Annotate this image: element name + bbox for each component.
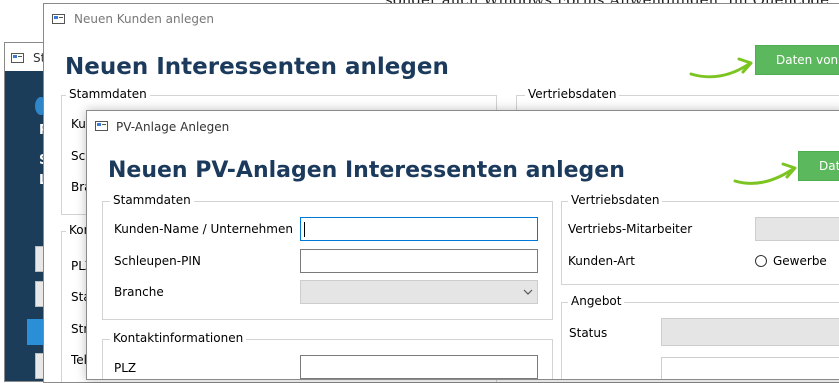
window-title: Neuen Kunden anlegen — [74, 12, 214, 26]
page-title: Neuen Interessenten anlegen — [65, 54, 449, 80]
gewerbe-label: Gewerbe — [773, 254, 827, 268]
kunden-art-label: Kunden-Art — [568, 254, 636, 268]
window-pv-anlage: PV-Anlage Anlegen Neuen PV-Anlagen Inter… — [86, 110, 839, 380]
kunden-name-input[interactable] — [300, 217, 538, 241]
vertriebs-mitarbeiter-select[interactable] — [755, 217, 839, 241]
group-label: Angebot — [568, 294, 625, 308]
group-label: Vertriebsdaten — [525, 87, 620, 101]
group-label: Stammdaten — [110, 193, 194, 207]
status-label: Status — [569, 326, 608, 340]
kunden-name-label: Kunden-Name / Unternehmen — [114, 222, 293, 236]
arrow-icon — [689, 50, 755, 80]
app-icon — [52, 14, 65, 24]
group-label: Stammdaten — [66, 87, 150, 101]
branche-label: Branche — [114, 285, 164, 299]
chevron-down-icon — [523, 289, 533, 295]
group-vertriebsdaten: Vertriebsdaten — [561, 193, 839, 285]
status-select[interactable] — [661, 318, 839, 346]
branche-select[interactable] — [300, 280, 538, 304]
arrow-icon — [733, 155, 799, 187]
daten-button[interactable]: Dat — [798, 151, 839, 181]
app-icon — [95, 121, 108, 131]
plz-input[interactable] — [300, 355, 538, 379]
plz-label: PLZ — [114, 361, 137, 375]
group-label: Vertriebsdaten — [568, 193, 663, 207]
daten-von-button[interactable]: Daten von — [755, 45, 839, 75]
text-caret — [304, 222, 305, 237]
app-icon — [11, 53, 24, 63]
angebot-input[interactable] — [661, 357, 839, 379]
schleupen-pin-input[interactable] — [300, 249, 538, 273]
page-title: Neuen PV-Anlagen Interessenten anlegen — [108, 158, 625, 183]
window-title: PV-Anlage Anlegen — [116, 120, 230, 134]
gewerbe-radio[interactable] — [755, 255, 767, 267]
group-label: Kontaktinformationen — [110, 331, 247, 345]
schleupen-pin-label: Schleupen-PIN — [114, 254, 201, 268]
vertriebs-mitarbeiter-label: Vertriebs-Mitarbeiter — [568, 222, 693, 236]
